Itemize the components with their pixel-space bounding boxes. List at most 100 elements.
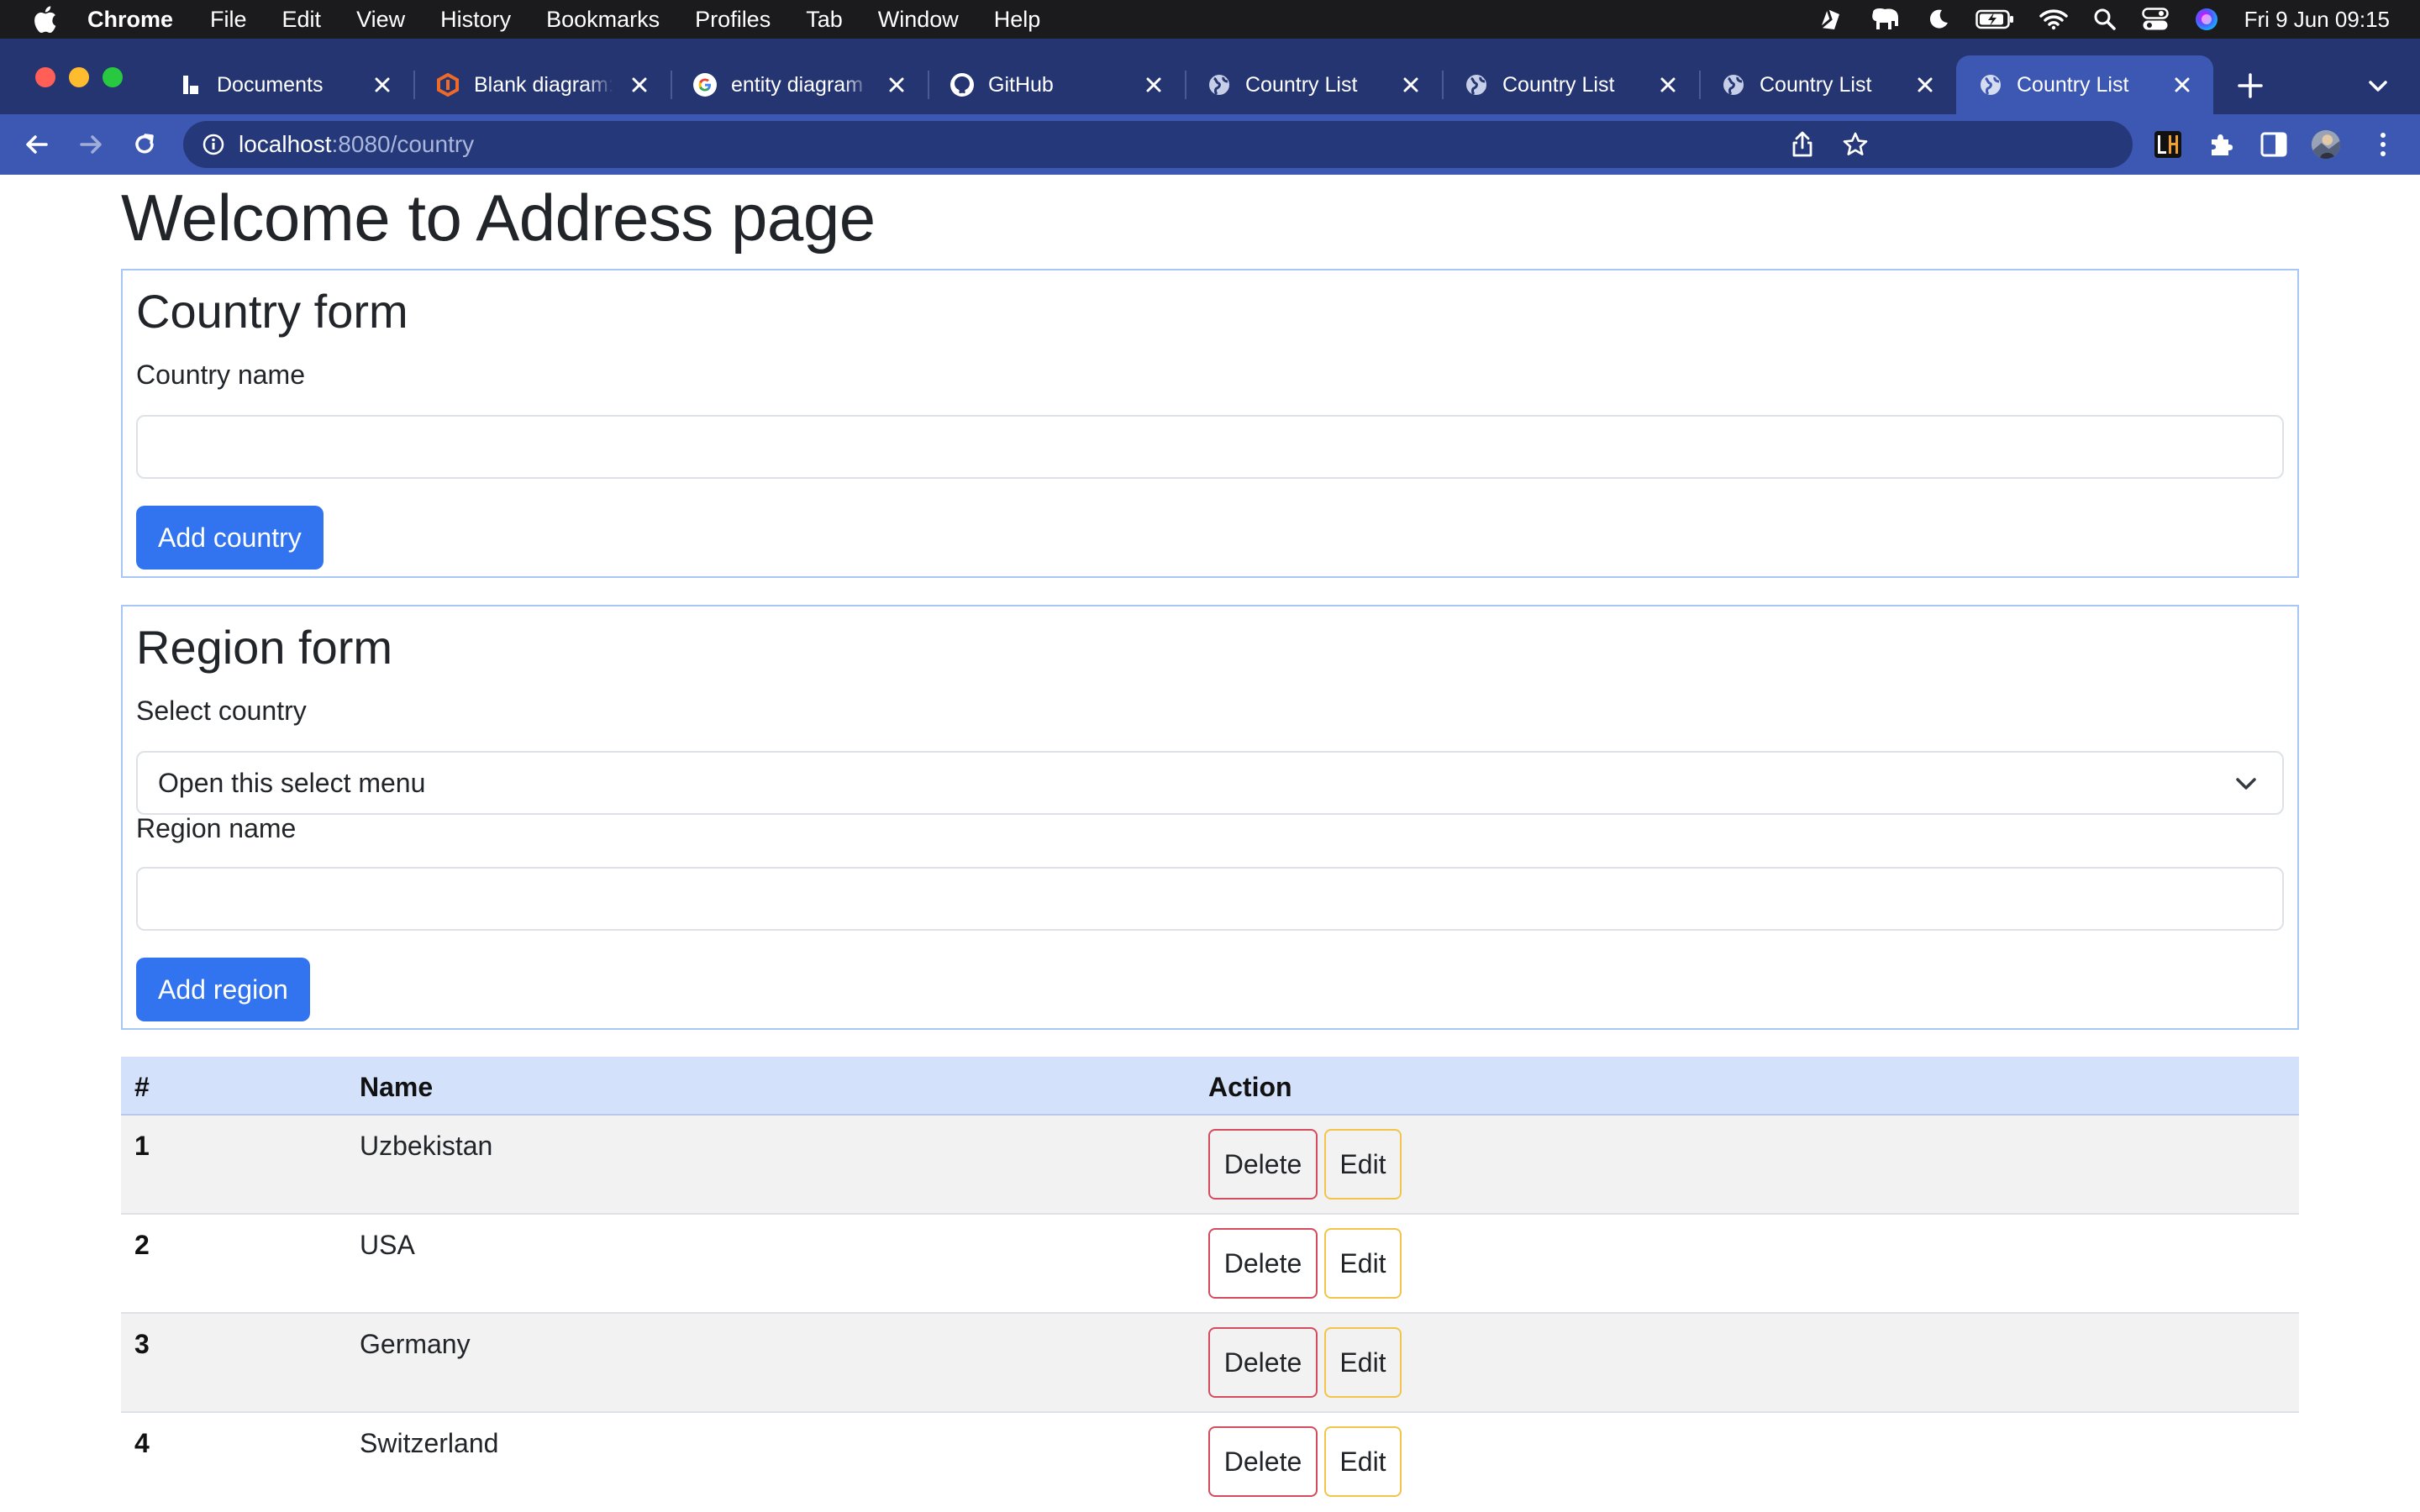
menu-bookmarks[interactable]: Bookmarks bbox=[546, 7, 660, 33]
row-number: 2 bbox=[134, 1230, 150, 1260]
tab-separator bbox=[671, 71, 672, 99]
extensions-puzzle-icon[interactable] bbox=[2207, 129, 2237, 160]
moon-icon[interactable] bbox=[1927, 8, 1950, 31]
lucidchart-favicon-icon bbox=[435, 72, 460, 97]
table-row: 4 Switzerland Delete Edit bbox=[121, 1413, 2299, 1512]
country-form-card: Country form Country name Add country bbox=[121, 269, 2299, 578]
column-header-name: Name bbox=[360, 1072, 434, 1102]
tab-close-icon[interactable] bbox=[1402, 76, 1420, 94]
country-form-heading: Country form bbox=[136, 285, 408, 338]
region-form-heading: Region form bbox=[136, 621, 393, 674]
tab-search-chevron-down-icon[interactable] bbox=[2366, 76, 2390, 96]
row-country-name: Switzerland bbox=[360, 1428, 499, 1458]
menu-profiles[interactable]: Profiles bbox=[695, 7, 771, 33]
globe-favicon-icon bbox=[1721, 72, 1746, 97]
app-status-icon[interactable] bbox=[1816, 6, 1843, 33]
row-country-name: Uzbekistan bbox=[360, 1131, 493, 1161]
url-host: localhost bbox=[239, 131, 332, 157]
menu-app-chrome[interactable]: Chrome bbox=[87, 7, 173, 33]
battery-icon[interactable] bbox=[1975, 8, 2014, 30]
tab-title: Country List bbox=[1760, 72, 1872, 97]
region-name-label: Region name bbox=[136, 813, 297, 843]
menu-bar-clock[interactable]: Fri 9 Jun 09:15 bbox=[2244, 7, 2390, 33]
region-name-input[interactable] bbox=[136, 867, 2284, 931]
row-country-name: USA bbox=[360, 1230, 415, 1260]
edit-button[interactable]: Edit bbox=[1324, 1129, 1402, 1200]
lighthouse-extension-icon[interactable] bbox=[2153, 129, 2183, 160]
menu-window[interactable]: Window bbox=[878, 7, 959, 33]
tab-close-icon[interactable] bbox=[1144, 76, 1163, 94]
menu-edit[interactable]: Edit bbox=[282, 7, 322, 33]
browser-tab-country-list[interactable]: Country List bbox=[1442, 55, 1699, 114]
tab-separator bbox=[413, 71, 415, 99]
column-header-number: # bbox=[134, 1072, 150, 1102]
edit-button[interactable]: Edit bbox=[1324, 1327, 1402, 1398]
tab-title: Documents bbox=[217, 72, 324, 97]
window-zoom-button[interactable] bbox=[103, 67, 123, 87]
menu-file[interactable]: File bbox=[210, 7, 247, 33]
menu-help[interactable]: Help bbox=[994, 7, 1041, 33]
tab-close-icon[interactable] bbox=[373, 76, 392, 94]
tab-separator bbox=[1442, 71, 1444, 99]
bookmark-star-icon[interactable] bbox=[1842, 131, 1869, 158]
table-row: 1 Uzbekistan Delete Edit bbox=[121, 1116, 2299, 1215]
globe-favicon-icon bbox=[1978, 72, 2003, 97]
add-region-button[interactable]: Add region bbox=[136, 958, 310, 1021]
browser-tab-google-search[interactable]: entity diagram online - Google Search bbox=[671, 55, 928, 114]
documents-favicon-icon bbox=[178, 72, 203, 97]
window-minimize-button[interactable] bbox=[69, 67, 89, 87]
menu-history[interactable]: History bbox=[440, 7, 511, 33]
siri-icon[interactable] bbox=[2194, 7, 2219, 32]
row-number: 3 bbox=[134, 1329, 150, 1359]
elephant-icon[interactable] bbox=[1868, 6, 1902, 33]
browser-tab-documents[interactable]: Documents bbox=[156, 55, 413, 114]
tab-title: Country List bbox=[1502, 72, 1615, 97]
column-header-action: Action bbox=[1208, 1072, 1292, 1102]
browser-menu-kebab-icon[interactable] bbox=[2368, 129, 2398, 160]
profile-avatar[interactable] bbox=[2311, 129, 2341, 160]
tab-close-icon[interactable] bbox=[630, 76, 649, 94]
delete-button[interactable]: Delete bbox=[1208, 1426, 1318, 1497]
browser-tab-github[interactable]: GitHub bbox=[928, 55, 1185, 114]
spotlight-search-icon[interactable] bbox=[2093, 8, 2117, 31]
region-form-card: Region form Select country Open this sel… bbox=[121, 605, 2299, 1030]
edit-button[interactable]: Edit bbox=[1324, 1228, 1402, 1299]
new-tab-plus-icon[interactable] bbox=[2235, 71, 2265, 101]
back-arrow-icon[interactable] bbox=[22, 129, 52, 160]
edit-button[interactable]: Edit bbox=[1324, 1426, 1402, 1497]
page-viewport: Welcome to Address page Country form Cou… bbox=[0, 175, 2420, 1512]
tab-close-icon[interactable] bbox=[2173, 76, 2191, 94]
browser-tab-country-list[interactable]: Country List bbox=[1185, 55, 1442, 114]
delete-button[interactable]: Delete bbox=[1208, 1228, 1318, 1299]
control-center-icon[interactable] bbox=[2141, 8, 2169, 31]
window-close-button[interactable] bbox=[35, 67, 55, 87]
menu-view[interactable]: View bbox=[356, 7, 405, 33]
tab-close-icon[interactable] bbox=[1659, 76, 1677, 94]
site-info-icon[interactable] bbox=[202, 133, 225, 156]
address-bar[interactable]: localhost:8080/country bbox=[183, 121, 2133, 168]
tab-close-icon[interactable] bbox=[1916, 76, 1934, 94]
share-icon[interactable] bbox=[1790, 131, 1815, 158]
browser-tab-country-list[interactable]: Country List bbox=[1699, 55, 1956, 114]
address-url[interactable]: localhost:8080/country bbox=[239, 131, 474, 158]
globe-favicon-icon bbox=[1464, 72, 1489, 97]
row-country-name: Germany bbox=[360, 1329, 471, 1359]
tab-separator bbox=[1699, 71, 1701, 99]
tab-close-icon[interactable] bbox=[887, 76, 906, 94]
delete-button[interactable]: Delete bbox=[1208, 1327, 1318, 1398]
globe-favicon-icon bbox=[1207, 72, 1232, 97]
tab-title: GitHub bbox=[988, 72, 1054, 97]
wifi-icon[interactable] bbox=[2039, 8, 2068, 30]
side-panel-icon[interactable] bbox=[2259, 129, 2289, 160]
menu-tab[interactable]: Tab bbox=[806, 7, 843, 33]
add-country-button[interactable]: Add country bbox=[136, 506, 324, 570]
forward-arrow-icon[interactable] bbox=[76, 129, 106, 160]
browser-tab-country-list-active[interactable]: Country List bbox=[1956, 55, 2213, 114]
apple-logo-icon[interactable] bbox=[32, 5, 57, 34]
browser-tab-lucidchart[interactable]: Blank diagram: Lucidchart bbox=[413, 55, 671, 114]
country-name-input[interactable] bbox=[136, 415, 2284, 479]
delete-button[interactable]: Delete bbox=[1208, 1129, 1318, 1200]
reload-icon[interactable] bbox=[129, 129, 160, 160]
tab-separator bbox=[928, 71, 929, 99]
country-select[interactable]: Open this select menu bbox=[136, 751, 2284, 815]
